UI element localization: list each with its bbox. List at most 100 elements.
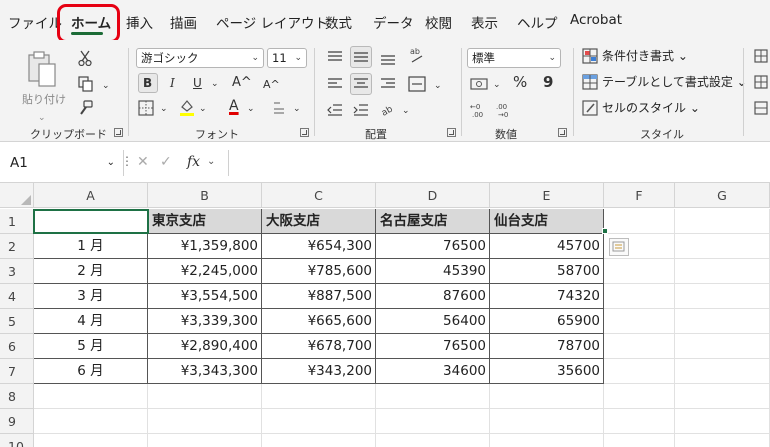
column-header-b[interactable]: B [148, 183, 262, 208]
tab-file[interactable]: ファイル [8, 12, 62, 32]
grow-font-button[interactable]: A^ [232, 75, 252, 91]
cell-d10[interactable] [376, 434, 490, 447]
row-header-1[interactable]: 1 [0, 209, 34, 234]
format-cells-icon[interactable] [754, 101, 768, 115]
more-options-icon[interactable]: ⋮ [121, 154, 133, 168]
tab-view[interactable]: 表示 [471, 12, 498, 32]
copy-icon[interactable] [78, 76, 94, 92]
underline-button[interactable]: U [193, 75, 202, 91]
borders-dropdown-icon[interactable]: ⌄ [160, 101, 168, 117]
column-header-c[interactable]: C [262, 183, 376, 208]
cell-g7[interactable] [675, 359, 770, 384]
cut-icon[interactable] [78, 50, 92, 66]
increase-indent-icon[interactable] [353, 103, 369, 117]
cell-f8[interactable] [604, 384, 675, 409]
tab-review[interactable]: 校閲 [425, 12, 452, 32]
row-header-2[interactable]: 2 [0, 234, 34, 259]
insert-function-button[interactable]: fx [187, 154, 200, 170]
merge-center-icon[interactable] [408, 76, 426, 92]
cell-c4[interactable]: ¥887,500 [262, 284, 376, 309]
font-launcher-icon[interactable] [300, 128, 309, 137]
italic-button[interactable]: I [170, 75, 175, 91]
cell-e4[interactable]: 74320 [490, 284, 604, 309]
tab-draw[interactable]: 描画 [170, 12, 197, 32]
row-header-3[interactable]: 3 [0, 259, 34, 284]
clipboard-launcher-icon[interactable] [114, 128, 123, 137]
increase-decimal-icon[interactable]: ←0.00 [470, 102, 488, 118]
cell-c2[interactable]: ¥654,300 [262, 234, 376, 259]
cell-e9[interactable] [490, 409, 604, 434]
cell-d2[interactable]: 76500 [376, 234, 490, 259]
row-header-10[interactable]: 10 [0, 434, 34, 447]
cell-b1[interactable]: 東京支店 [148, 209, 262, 234]
tab-formulas[interactable]: 数式 [325, 12, 352, 32]
delete-cells-icon[interactable] [754, 75, 768, 89]
fill-handle[interactable] [602, 228, 608, 234]
row-header-9[interactable]: 9 [0, 409, 34, 434]
cancel-entry-icon[interactable]: ✕ [137, 154, 149, 170]
tab-acrobat[interactable]: Acrobat [570, 12, 622, 28]
font-color-button[interactable]: A [229, 98, 239, 114]
cell-a9[interactable] [34, 409, 148, 434]
cell-d9[interactable] [376, 409, 490, 434]
paste-dropdown-icon[interactable]: ⌄ [38, 110, 46, 126]
cell-g6[interactable] [675, 334, 770, 359]
cell-g8[interactable] [675, 384, 770, 409]
row-header-8[interactable]: 8 [0, 384, 34, 409]
percent-button[interactable]: % [513, 74, 527, 90]
conditional-formatting-button[interactable]: 条件付き書式 ⌄ [602, 48, 688, 64]
cell-g3[interactable] [675, 259, 770, 284]
cell-c3[interactable]: ¥785,600 [262, 259, 376, 284]
number-format-dropdown[interactable]: 標準 ⌄ [467, 48, 561, 68]
cell-c10[interactable] [262, 434, 376, 447]
cell-g10[interactable] [675, 434, 770, 447]
align-bottom-icon[interactable] [380, 52, 396, 66]
cell-d1[interactable]: 名古屋支店 [376, 209, 490, 234]
cell-b6[interactable]: ¥2,890,400 [148, 334, 262, 359]
cell-g2[interactable] [675, 234, 770, 259]
cell-b5[interactable]: ¥3,339,300 [148, 309, 262, 334]
cell-a10[interactable] [34, 434, 148, 447]
currency-icon[interactable] [470, 77, 488, 91]
cell-e3[interactable]: 58700 [490, 259, 604, 284]
cell-d7[interactable]: 34600 [376, 359, 490, 384]
cell-f9[interactable] [604, 409, 675, 434]
cell-a7[interactable]: 6 月 [34, 359, 148, 384]
cell-a4[interactable]: 3 月 [34, 284, 148, 309]
cell-a8[interactable] [34, 384, 148, 409]
column-header-d[interactable]: D [376, 183, 490, 208]
tab-help[interactable]: ヘルプ [517, 12, 558, 32]
align-top-icon[interactable] [327, 50, 343, 64]
cell-b3[interactable]: ¥2,245,000 [148, 259, 262, 284]
function-dropdown-icon[interactable]: ⌄ [207, 156, 215, 167]
cell-d5[interactable]: 56400 [376, 309, 490, 334]
cell-g9[interactable] [675, 409, 770, 434]
orientation-icon[interactable]: ab [380, 102, 398, 118]
cell-b10[interactable] [148, 434, 262, 447]
cell-b8[interactable] [148, 384, 262, 409]
row-header-7[interactable]: 7 [0, 359, 34, 384]
fill-color-icon[interactable] [178, 98, 196, 116]
borders-icon[interactable] [138, 100, 154, 116]
cell-styles-button[interactable]: セルのスタイル ⌄ [602, 100, 700, 116]
cell-b9[interactable] [148, 409, 262, 434]
cell-f5[interactable] [604, 309, 675, 334]
row-header-5[interactable]: 5 [0, 309, 34, 334]
row-header-4[interactable]: 4 [0, 284, 34, 309]
cell-c8[interactable] [262, 384, 376, 409]
align-left-icon[interactable] [327, 77, 343, 91]
orientation-dropdown-icon[interactable]: ⌄ [402, 103, 410, 119]
paste-button[interactable]: 貼り付け [22, 50, 66, 110]
cell-a6[interactable]: 5 月 [34, 334, 148, 359]
cell-e8[interactable] [490, 384, 604, 409]
cell-f4[interactable] [604, 284, 675, 309]
cell-e7[interactable]: 35600 [490, 359, 604, 384]
decrease-decimal-icon[interactable]: .00→0 [496, 102, 514, 118]
font-name-dropdown[interactable]: 游ゴシック ⌄ [136, 48, 264, 68]
cell-g5[interactable] [675, 309, 770, 334]
shrink-font-button[interactable]: A^ [263, 77, 280, 93]
cell-b7[interactable]: ¥3,343,300 [148, 359, 262, 384]
cell-c1[interactable]: 大阪支店 [262, 209, 376, 234]
column-header-f[interactable]: F [604, 183, 675, 208]
insert-cells-icon[interactable] [754, 49, 768, 63]
